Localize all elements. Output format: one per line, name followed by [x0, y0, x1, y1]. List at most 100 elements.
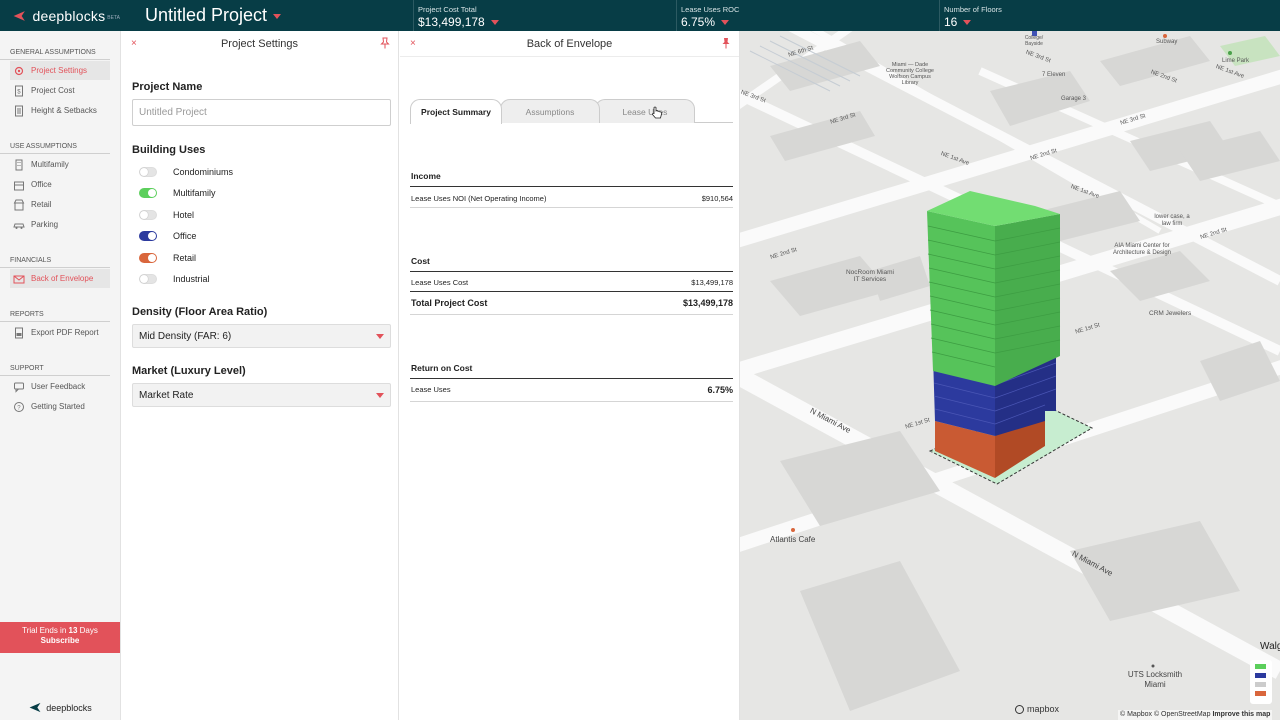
section-divider — [410, 378, 733, 379]
place-label: CRM Jewelers — [1149, 310, 1192, 317]
toggle-switch[interactable] — [139, 166, 157, 177]
density-label: Density (Floor Area Ratio) — [132, 306, 268, 318]
section-divider — [410, 271, 733, 272]
footer-brand-name: deepblocks — [46, 702, 92, 713]
attribution-text[interactable]: © Mapbox © OpenStreetMap — [1120, 711, 1210, 718]
sidebar-item-project-settings[interactable]: Project Settings — [10, 61, 110, 80]
sidebar-item-label: User Feedback — [31, 382, 86, 391]
logo-mark-icon — [13, 10, 25, 21]
project-name-input[interactable]: Untitled Project — [132, 99, 391, 126]
section-divider — [410, 186, 733, 187]
gear-icon — [13, 65, 25, 77]
dollar-doc-icon: $ — [13, 85, 25, 97]
stat-project-cost[interactable]: Project Cost Total $13,499,178 — [413, 0, 676, 31]
chevron-down-icon — [721, 20, 730, 26]
chevron-down-icon — [963, 20, 972, 26]
stat-floors[interactable]: Number of Floors 16 — [939, 0, 1280, 31]
sidebar-section-title: REPORTS — [0, 299, 110, 322]
cost-total-row: Total Project Cost $13,499,178 — [411, 298, 733, 308]
tab-assumptions[interactable]: Assumptions — [500, 99, 600, 123]
sidebar-item-office[interactable]: Office — [10, 175, 110, 194]
place-label: AIA Miami Center for Architecture & Desi… — [1112, 243, 1172, 256]
income-row: Lease Uses NOI (Net Operating Income) $91… — [411, 194, 733, 203]
office-icon — [13, 179, 25, 191]
pin-icon[interactable] — [380, 37, 390, 49]
sidebar-item-label: Getting Started — [31, 402, 85, 411]
close-icon[interactable]: × — [131, 38, 137, 49]
density-select[interactable]: Mid Density (FAR: 6) — [132, 324, 391, 348]
close-icon[interactable]: × — [410, 38, 416, 49]
building-use-row: Condominiums — [121, 161, 398, 183]
tab-lease-uses[interactable]: Lease Uses — [595, 99, 695, 123]
stat-lease-roc[interactable]: Lease Uses ROC 6.75% — [676, 0, 939, 31]
tab-project-summary[interactable]: Project Summary — [410, 99, 502, 124]
toggle-switch[interactable] — [139, 231, 157, 242]
place-label: Subway — [1156, 39, 1178, 45]
sidebar-item-back-of-envelope[interactable]: Back of Envelope — [10, 269, 110, 288]
sidebar-item-label: Back of Envelope — [31, 274, 94, 283]
section-divider — [410, 291, 733, 292]
trial-banner[interactable]: Trial Ends in 13 Days Subscribe — [0, 622, 120, 653]
sidebar: GENERAL ASSUMPTIONS Project Settings $ P… — [0, 31, 121, 720]
building-use-row: Industrial — [121, 269, 398, 291]
place-label: College/ Bayside — [1024, 35, 1044, 47]
sidebar-item-getting-started[interactable]: ? Getting Started — [10, 397, 110, 416]
building-use-row: Office — [121, 226, 398, 248]
improve-map-link[interactable]: Improve this map — [1212, 711, 1270, 718]
pin-icon[interactable] — [721, 37, 731, 49]
sidebar-item-multifamily[interactable]: Multifamily — [10, 155, 110, 174]
svg-text:?: ? — [17, 405, 21, 411]
pdf-icon — [13, 327, 25, 339]
sidebar-item-project-cost[interactable]: $ Project Cost — [10, 81, 110, 100]
place-label: UTS Locksmith Miami — [1127, 670, 1183, 689]
sidebar-item-label: Height & Setbacks — [31, 106, 97, 115]
sidebar-section-title: USE ASSUMPTIONS — [0, 131, 110, 154]
map-view[interactable]: NE 6th St NE 3rd St NE 3rd St NE 3rd St … — [740, 31, 1280, 720]
sidebar-item-parking[interactable]: Parking — [10, 215, 110, 234]
sidebar-item-export-pdf[interactable]: Export PDF Report — [10, 323, 110, 342]
stat-value: 16 — [944, 15, 1280, 29]
building-icon — [13, 159, 25, 171]
stat-value: 6.75% — [681, 15, 939, 29]
market-select[interactable]: Market Rate — [132, 383, 391, 407]
sidebar-item-retail[interactable]: Retail — [10, 195, 110, 214]
subscribe-button[interactable]: Subscribe — [0, 636, 120, 645]
toggle-switch[interactable] — [139, 274, 157, 285]
toggle-switch[interactable] — [139, 252, 157, 263]
toggle-knob — [148, 253, 156, 262]
building-use-label: Condominiums — [173, 166, 234, 177]
panel-title: Project Settings — [220, 38, 299, 50]
chevron-down-icon — [490, 20, 499, 26]
row-divider — [410, 401, 733, 402]
sidebar-item-height-setbacks[interactable]: Height & Setbacks — [10, 101, 110, 120]
density-value: Mid Density (FAR: 6) — [139, 331, 232, 342]
top-bar: deepblocks BETA Untitled Project Project… — [0, 0, 1280, 31]
hand-cursor-icon — [652, 106, 663, 119]
toggle-switch[interactable] — [139, 209, 157, 220]
chevron-down-icon — [376, 334, 384, 339]
building-use-label: Retail — [173, 252, 197, 263]
place-label: NocRoom Miami IT Services — [845, 269, 895, 283]
brand-logo[interactable]: deepblocks BETA — [0, 0, 120, 31]
mapbox-logo[interactable]: mapbox — [1015, 704, 1059, 714]
building-use-label: Hotel — [173, 209, 195, 220]
map-attribution: © Mapbox © OpenStreetMap Improve this ma… — [1118, 710, 1273, 720]
building-uses-list: Condominiums Multifamily Hotel Office Retail… — [121, 161, 398, 290]
chat-icon — [13, 381, 25, 393]
toggle-knob — [140, 167, 148, 176]
sidebar-item-label: Export PDF Report — [31, 328, 99, 337]
place-label: Miami — Dade Community College Wolfson C… — [886, 62, 934, 86]
project-title-dropdown[interactable]: Untitled Project — [145, 5, 282, 26]
sidebar-item-user-feedback[interactable]: User Feedback — [10, 377, 110, 396]
building-use-label: Multifamily — [173, 188, 216, 199]
boe-tabs: Lease Uses Assumptions Project Summary — [410, 99, 733, 124]
row-divider — [410, 314, 733, 315]
place-label: Atlantis Cafe — [770, 535, 816, 544]
return-row: Lease Uses 6.75% — [411, 385, 733, 395]
legend-swatch — [1255, 691, 1266, 696]
stat-label: Lease Uses ROC — [681, 5, 740, 14]
return-title: Return on Cost — [411, 363, 473, 373]
panel-header: × Project Settings — [121, 31, 398, 57]
building-use-label: Office — [173, 231, 197, 242]
toggle-switch[interactable] — [139, 188, 157, 199]
